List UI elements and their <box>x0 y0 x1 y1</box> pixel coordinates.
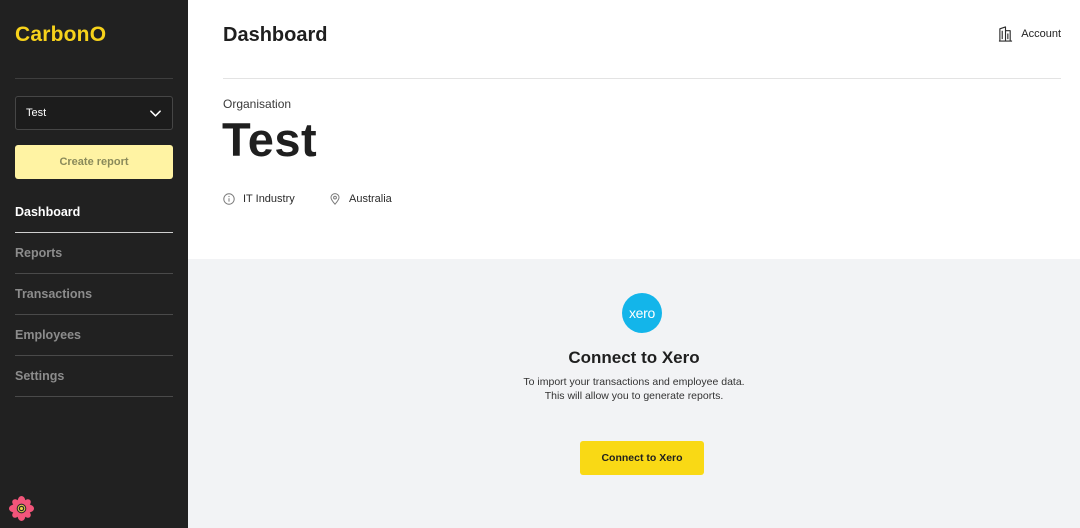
nav-item-label: Transactions <box>15 287 93 301</box>
connect-xero-button[interactable]: Connect to Xero <box>580 441 704 475</box>
nav-item-transactions[interactable]: Transactions <box>15 274 173 315</box>
connect-description-line-1: To import your transactions and employee… <box>523 376 745 388</box>
industry-label: IT Industry <box>243 193 295 205</box>
location-label: Australia <box>349 193 392 205</box>
organisation-select-value: Test <box>26 107 47 119</box>
location-meta: Australia <box>329 193 392 205</box>
industry-meta: IT Industry <box>223 193 295 205</box>
nav-item-reports[interactable]: Reports <box>15 233 173 274</box>
info-icon <box>223 193 235 205</box>
connect-xero-panel: xero Connect to Xero To import your tran… <box>188 259 1080 528</box>
xero-logo: xero <box>622 293 662 333</box>
organisation-select[interactable]: Test <box>15 96 173 130</box>
nav-item-label: Reports <box>15 246 63 260</box>
nav-item-dashboard[interactable]: Dashboard <box>15 192 173 233</box>
flower-icon[interactable] <box>8 495 35 522</box>
organisation-label: Organisation <box>223 97 292 111</box>
nav-item-label: Dashboard <box>15 205 81 219</box>
sidebar: CarbonO Test Create report Dashboard Rep… <box>0 0 188 528</box>
nav-item-employees[interactable]: Employees <box>15 315 173 356</box>
connect-description-line-2: This will allow you to generate reports. <box>544 390 724 402</box>
nav-item-label: Settings <box>15 369 65 383</box>
header-divider <box>223 78 1061 79</box>
chevron-down-icon <box>150 109 161 117</box>
sidebar-divider <box>15 78 173 79</box>
page-title: Dashboard <box>223 24 328 46</box>
connect-title: Connect to Xero <box>568 348 700 367</box>
location-pin-icon <box>330 193 340 205</box>
account-label: Account <box>1021 28 1061 40</box>
organisation-name: Test <box>222 113 318 166</box>
nav-item-settings[interactable]: Settings <box>15 356 173 397</box>
create-report-button[interactable]: Create report <box>15 145 173 179</box>
account-button[interactable]: Account <box>998 26 1061 42</box>
building-icon <box>999 26 1013 42</box>
app-logo[interactable]: CarbonO <box>15 23 106 47</box>
nav-item-label: Employees <box>15 328 82 342</box>
